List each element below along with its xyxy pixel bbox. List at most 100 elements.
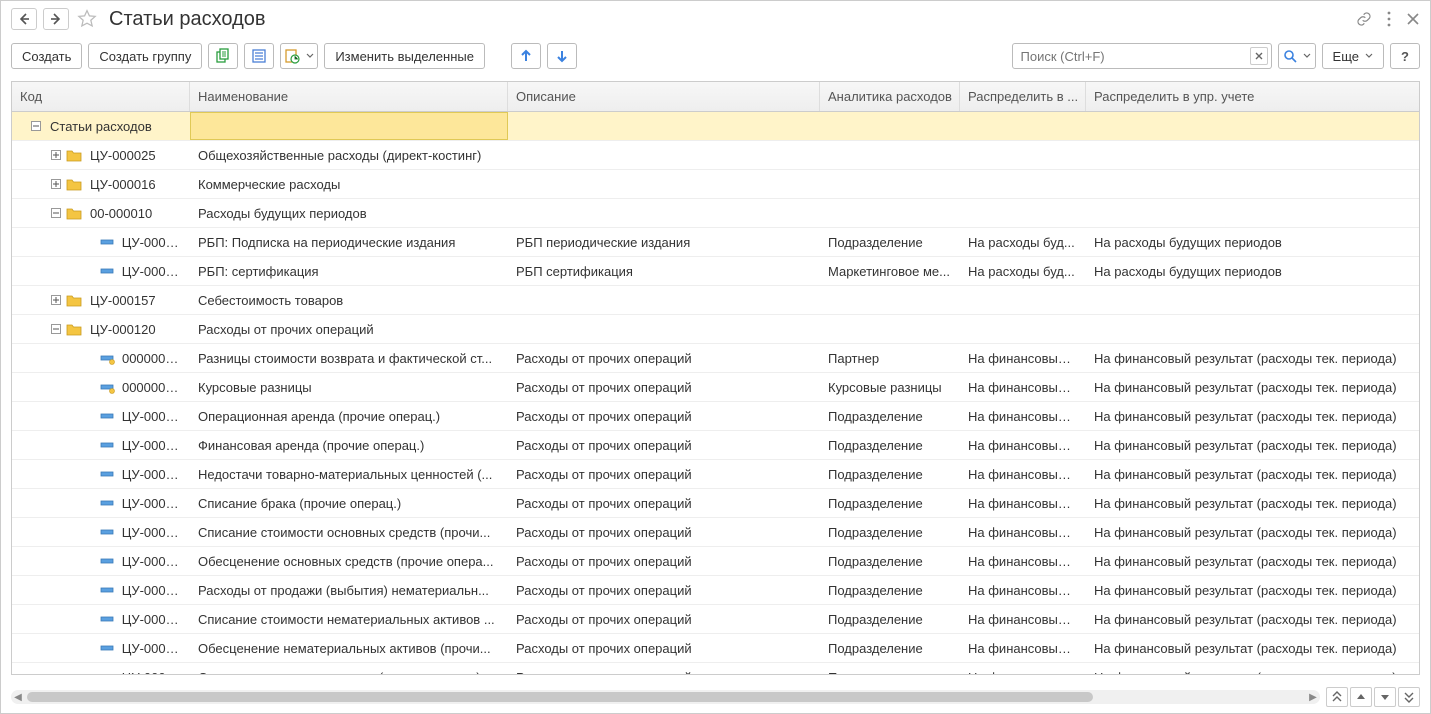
move-up-button[interactable]	[511, 43, 541, 69]
scroll-left-icon[interactable]: ◀	[11, 692, 25, 703]
arrow-down-icon	[555, 49, 569, 63]
cell-desc: Расходы от прочих операций	[516, 496, 692, 511]
table-row[interactable]: 000000003Курсовые разницыРасходы от проч…	[12, 373, 1419, 402]
cell-code: ЦУ-000171	[122, 235, 182, 250]
scroll-thumb[interactable]	[27, 692, 1093, 702]
horizontal-scrollbar[interactable]: ◀ ▶	[11, 690, 1320, 704]
edit-selected-button-label: Изменить выделенные	[335, 49, 474, 64]
search-field-wrapper	[1012, 43, 1272, 69]
search-clear-button[interactable]	[1250, 47, 1268, 65]
expand-toggle[interactable]	[50, 295, 62, 305]
cell-dist2: На расходы будущих периодов	[1094, 235, 1282, 250]
expand-toggle[interactable]	[50, 208, 62, 218]
close-icon[interactable]	[1406, 12, 1420, 26]
create-group-button[interactable]: Создать группу	[88, 43, 202, 69]
col-header-analytics[interactable]: Аналитика расходов	[820, 82, 960, 111]
arrow-left-icon	[18, 13, 30, 25]
search-button[interactable]	[1278, 43, 1316, 69]
cell-code: ЦУ-000016	[90, 177, 156, 192]
folder-icon	[66, 322, 82, 336]
grid-body[interactable]: Статьи расходовЦУ-000025Общехозяйственны…	[12, 112, 1419, 674]
cell-analytics: Партнер	[828, 351, 879, 366]
table-row[interactable]: ЦУ-000132Списание стоимости нематериальн…	[12, 605, 1419, 634]
cell-dist1: На финансовый ...	[968, 496, 1078, 511]
table-row[interactable]: ЦУ-000135Списание стоимости запасов (про…	[12, 663, 1419, 674]
cell-analytics: Подразделение	[828, 235, 923, 250]
col-header-code[interactable]: Код	[12, 82, 190, 111]
cell-code: 00-000010	[90, 206, 152, 221]
cell-name: РБП: Подписка на периодические издания	[198, 235, 455, 250]
table-row[interactable]: ЦУ-000121Финансовая аренда (прочие опера…	[12, 431, 1419, 460]
table-row[interactable]: ЦУ-000171 РБП: Подписка на периодические …	[12, 228, 1419, 257]
col-header-desc[interactable]: Описание	[508, 82, 820, 111]
col-header-dist1[interactable]: Распределить в ...	[960, 82, 1086, 111]
cell-dist1: На финансовый ...	[968, 380, 1078, 395]
help-button[interactable]: ?	[1390, 43, 1420, 69]
expand-toggle[interactable]	[50, 179, 62, 189]
titlebar: Статьи расходов	[1, 1, 1430, 37]
table-row[interactable]: ЦУ-000009РБП: сертификацияРБП сертификац…	[12, 257, 1419, 286]
cell-name: РБП: сертификация	[198, 264, 319, 279]
col-header-name[interactable]: Наименование	[190, 82, 508, 111]
cell-name: Себестоимость товаров	[198, 293, 343, 308]
scroll-up-button[interactable]	[1350, 687, 1372, 707]
cell-desc: Расходы от прочих операций	[516, 641, 692, 656]
edit-selected-button[interactable]: Изменить выделенные	[324, 43, 485, 69]
col-header-dist2[interactable]: Распределить в упр. учете	[1086, 82, 1419, 111]
cell-dist2: На финансовый результат (расходы тек. пе…	[1094, 496, 1397, 511]
scroll-down-button[interactable]	[1374, 687, 1396, 707]
copy-button[interactable]	[208, 43, 238, 69]
cell-name: Курсовые разницы	[198, 380, 312, 395]
list-button[interactable]	[244, 43, 274, 69]
table-row[interactable]: ЦУ-000131Расходы от продажи (выбытия) не…	[12, 576, 1419, 605]
grid-header-row: Код Наименование Описание Аналитика расх…	[12, 82, 1419, 112]
cell-analytics: Подразделение	[828, 554, 923, 569]
cell-code: ЦУ-000131	[122, 583, 182, 598]
create-button[interactable]: Создать	[11, 43, 82, 69]
cell-dist2: На финансовый результат (расходы тек. пе…	[1094, 670, 1397, 675]
table-row[interactable]: ЦУ-000157 Себестоимость товаров	[12, 286, 1419, 315]
scroll-top-button[interactable]	[1326, 687, 1348, 707]
table-row[interactable]: ЦУ-000025Общехозяйственные расходы (дире…	[12, 141, 1419, 170]
cell-code: ЦУ-000038	[122, 409, 182, 424]
expand-toggle[interactable]	[50, 324, 62, 334]
cell-code: ЦУ-000133	[122, 641, 182, 656]
cell-desc: Расходы от прочих операций	[516, 583, 692, 598]
favorite-star-button[interactable]	[75, 7, 99, 31]
table-row[interactable]: Статьи расходов	[12, 112, 1419, 141]
cell-desc: РБП сертификация	[516, 264, 633, 279]
table-row[interactable]: ЦУ-000133Обесценение нематериальных акти…	[12, 634, 1419, 663]
link-icon[interactable]	[1356, 11, 1372, 27]
table-row[interactable]: ЦУ-000129Списание стоимости основных сре…	[12, 518, 1419, 547]
cell-dist1: На финансовый ...	[968, 351, 1078, 366]
cell-code: ЦУ-000157	[90, 293, 156, 308]
page-title: Статьи расходов	[109, 8, 266, 31]
table-row[interactable]: ЦУ-000016Коммерческие расходы	[12, 170, 1419, 199]
nav-back-button[interactable]	[11, 8, 37, 30]
table-row[interactable]: ЦУ-000123Недостачи товарно-материальных …	[12, 460, 1419, 489]
table-row[interactable]: ЦУ-000130Обесценение основных средств (п…	[12, 547, 1419, 576]
report-button[interactable]	[280, 43, 318, 69]
table-row[interactable]: ЦУ-000038Операционная аренда (прочие опе…	[12, 402, 1419, 431]
expand-toggle[interactable]	[50, 150, 62, 160]
table-row[interactable]: 00-000010Расходы будущих периодов	[12, 199, 1419, 228]
scroll-right-icon[interactable]: ▶	[1306, 692, 1320, 703]
search-input[interactable]	[1012, 43, 1272, 69]
scroll-bottom-button[interactable]	[1398, 687, 1420, 707]
table-row[interactable]: 000000004Разницы стоимости возврата и фа…	[12, 344, 1419, 373]
cell-analytics: Подразделение	[828, 467, 923, 482]
more-button[interactable]: Еще	[1322, 43, 1384, 69]
cell-name: Списание стоимости основных средств (про…	[198, 525, 490, 540]
move-down-button[interactable]	[547, 43, 577, 69]
cell-code: ЦУ-000123	[122, 467, 182, 482]
triangle-up-icon	[1356, 693, 1366, 701]
expand-toggle[interactable]	[30, 121, 42, 131]
nav-forward-button[interactable]	[43, 8, 69, 30]
cell-code: ЦУ-000135	[122, 670, 182, 675]
table-row[interactable]: ЦУ-000120Расходы от прочих операций	[12, 315, 1419, 344]
cell-dist2: На финансовый результат (расходы тек. пе…	[1094, 467, 1397, 482]
cell-dist1: На финансовый ...	[968, 583, 1078, 598]
folder-icon	[66, 293, 82, 307]
table-row[interactable]: ЦУ-000126Списание брака (прочие операц.)…	[12, 489, 1419, 518]
kebab-menu-icon[interactable]	[1382, 11, 1396, 27]
